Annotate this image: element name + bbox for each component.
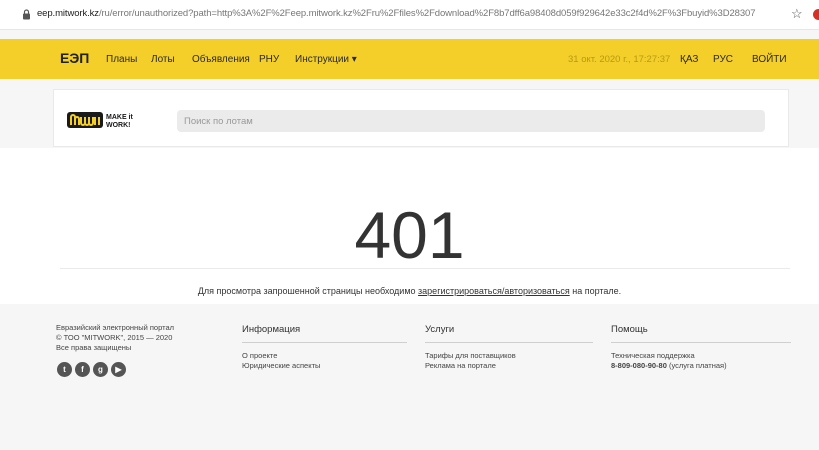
- support-phone-note: (услуга платная): [668, 361, 727, 370]
- nav-plans[interactable]: Планы: [106, 54, 137, 65]
- current-datetime: 31 окт. 2020 г., 17:27:37: [568, 54, 671, 65]
- logo-text-top: MAKE it: [106, 114, 134, 121]
- error-message: Для просмотра запрошенной страницы необх…: [0, 286, 819, 296]
- lock-icon: [23, 9, 30, 20]
- footer-about-line: Все права защищены: [56, 343, 132, 352]
- youtube-icon[interactable]: ▶: [111, 362, 126, 377]
- footer-advertising-link[interactable]: Реклама на портале: [425, 361, 593, 371]
- footer-legal-link[interactable]: Юридические аспекты: [242, 361, 407, 371]
- footer-about: Евразийский электронный портал © ТОО "MI…: [56, 323, 174, 353]
- nav-instructions-dropdown[interactable]: Инструкции ▾: [295, 54, 357, 65]
- error-message-after: на портале.: [572, 286, 622, 296]
- footer-about-line: © ТОО "MITWORK", 2015 — 2020: [56, 333, 173, 342]
- nav-announcements[interactable]: Объявления: [192, 54, 250, 65]
- nav-rnu[interactable]: РНУ: [259, 54, 279, 65]
- error-code: 401: [354, 198, 465, 272]
- footer-services-column: Услуги Тарифы для поставщиков Реклама на…: [425, 324, 593, 371]
- brand-link[interactable]: ЕЭП: [60, 50, 89, 66]
- support-phone-number[interactable]: 8-809-080-90-80: [611, 361, 667, 370]
- mitwork-logo[interactable]: MAKE it WORK!: [67, 110, 147, 130]
- url-text[interactable]: eep.mitwork.kz/ru/error/unauthorized?pat…: [37, 8, 755, 19]
- footer-services-title: Услуги: [425, 324, 593, 343]
- star-icon[interactable]: ☆: [791, 6, 803, 22]
- extension-icon[interactable]: [813, 9, 819, 20]
- facebook-icon[interactable]: f: [75, 362, 90, 377]
- lang-kz-link[interactable]: ҚАЗ: [680, 54, 698, 65]
- footer-support-phone: 8-809-080-90-80 (услуга платная): [611, 361, 791, 371]
- top-navbar: ЕЭП Планы Лоты Объявления РНУ Инструкции…: [0, 39, 819, 79]
- footer-help-column: Помощь Техническая поддержка 8-809-080-9…: [611, 324, 791, 371]
- nav-lots[interactable]: Лоты: [151, 54, 175, 65]
- page-bottom: [0, 400, 819, 450]
- divider: [60, 268, 790, 269]
- social-links: t f g ▶: [57, 362, 126, 377]
- browser-address-bar[interactable]: eep.mitwork.kz/ru/error/unauthorized?pat…: [0, 0, 819, 30]
- search-card: MAKE it WORK!: [53, 89, 789, 147]
- lang-ru-link[interactable]: РУС: [713, 54, 733, 65]
- footer-support-label: Техническая поддержка: [611, 351, 695, 360]
- google-plus-icon[interactable]: g: [93, 362, 108, 377]
- lot-search-input[interactable]: [177, 110, 765, 132]
- footer-tariffs-link[interactable]: Тарифы для поставщиков: [425, 351, 593, 361]
- footer-help-title: Помощь: [611, 324, 791, 343]
- footer-about-project-link[interactable]: О проекте: [242, 351, 407, 361]
- login-link[interactable]: ВОЙТИ: [752, 54, 787, 65]
- twitter-icon[interactable]: t: [57, 362, 72, 377]
- footer-about-line: Евразийский электронный портал: [56, 323, 174, 332]
- error-message-before: Для просмотра запрошенной страницы необх…: [197, 286, 416, 296]
- footer-info-column: Информация О проекте Юридические аспекты: [242, 324, 407, 371]
- logo-text-bottom: WORK!: [106, 122, 131, 129]
- footer-info-title: Информация: [242, 324, 407, 343]
- register-login-link[interactable]: зарегистрироваться/авторизоваться: [418, 286, 570, 296]
